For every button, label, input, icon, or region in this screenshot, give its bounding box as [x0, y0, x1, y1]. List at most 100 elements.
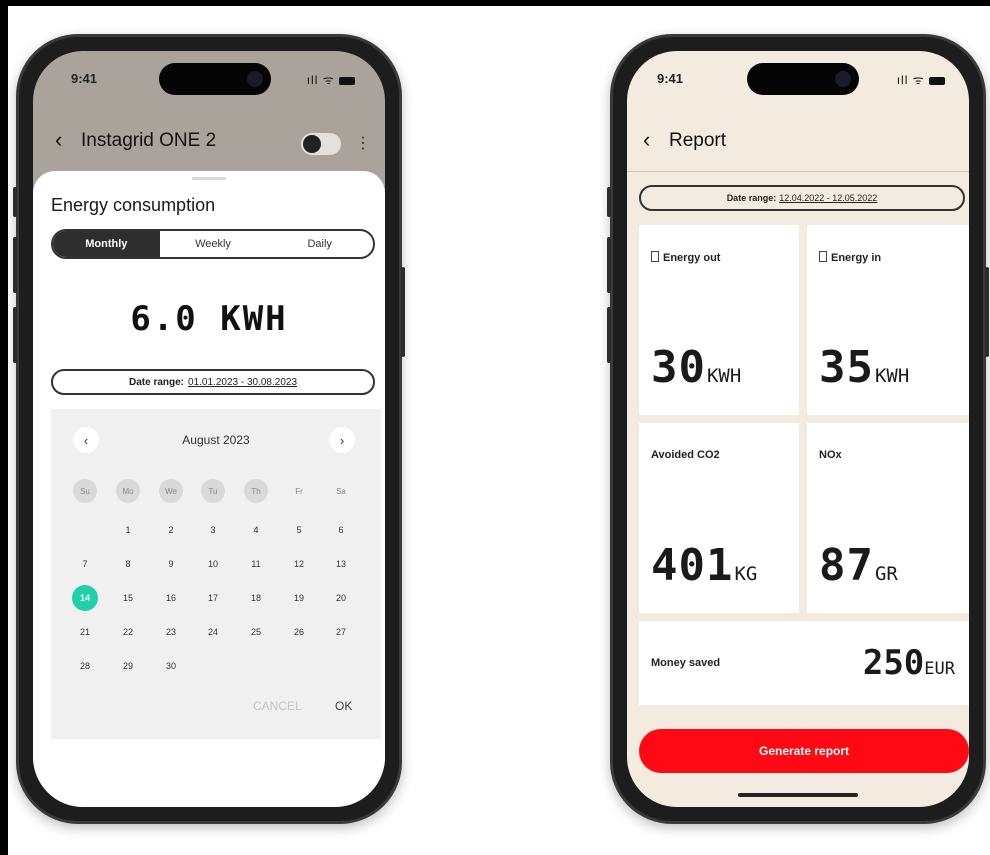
tab-monthly[interactable]: Monthly — [53, 231, 160, 257]
calendar-day[interactable]: 22 — [115, 619, 141, 645]
weekday-su: Su — [73, 479, 97, 503]
next-month-button[interactable]: › — [329, 427, 355, 453]
back-icon[interactable]: ‹ — [643, 127, 650, 153]
date-range-value[interactable]: 01.01.2023 - 30.08.2023 — [188, 377, 297, 388]
energy-out-value: 30KWH — [651, 342, 742, 393]
calendar-day[interactable]: 30 — [158, 653, 184, 679]
energy-value: 6.0 KWH — [130, 299, 288, 339]
nox-label: NOx — [819, 449, 842, 461]
money-saved-label: Money saved — [651, 657, 721, 669]
camera-icon — [247, 71, 263, 87]
calendar-day[interactable]: 10 — [200, 551, 226, 577]
generate-report-button[interactable]: Generate report — [639, 729, 969, 773]
header: ‹ Instagrid ONE 2 ⋮ — [33, 115, 385, 171]
calendar-day[interactable]: 21 — [72, 619, 98, 645]
selected-day[interactable]: 14 — [72, 585, 98, 611]
power-button — [985, 267, 989, 357]
status-time: 9:41 — [657, 71, 684, 86]
phone-left: 9:41 ıll ᯤ ‹ Instagrid ONE 2 ⋮ Energy co… — [13, 34, 405, 824]
screen-report: 9:41 ıll ᯤ ‹ Report Date range: 12.04.20… — [627, 51, 969, 807]
date-range-label: Date range: — [129, 376, 185, 388]
side-button — [607, 187, 611, 217]
status-icons: ıll ᯤ — [307, 71, 355, 88]
nox-value: 87GR — [819, 540, 898, 591]
volume-down-button — [13, 307, 17, 363]
date-range-value[interactable]: 12.04.2022 - 12.05.2022 — [779, 193, 877, 203]
calendar-day[interactable]: 15 — [115, 585, 141, 611]
volume-down-button — [607, 307, 611, 363]
period-segmented-control: Monthly Weekly Daily — [51, 229, 375, 259]
calendar-day[interactable]: 20 — [328, 585, 354, 611]
weekday-sa: Sa — [336, 486, 346, 496]
weekday-tu: Tu — [201, 479, 225, 503]
sheet-title: Energy consumption — [51, 195, 216, 215]
side-button — [13, 187, 17, 217]
energy-in-label: Energy in — [819, 251, 881, 264]
energy-in-card: Energy in 35KWH — [807, 225, 969, 415]
calendar-day[interactable]: 17 — [200, 585, 226, 611]
status-time: 9:41 — [71, 71, 98, 86]
calendar-day[interactable]: 23 — [158, 619, 184, 645]
screen-energy: 9:41 ıll ᯤ ‹ Instagrid ONE 2 ⋮ Energy co… — [33, 51, 385, 807]
money-saved-card: Money saved 250EUR — [639, 621, 969, 705]
frame-border-top — [0, 0, 990, 6]
money-saved-value: 250EUR — [862, 643, 955, 683]
calendar-day[interactable]: 25 — [243, 619, 269, 645]
frame-border-left — [0, 0, 8, 855]
chevron-right-icon: › — [339, 432, 345, 448]
calendar-day[interactable]: 1 — [115, 517, 141, 543]
ok-button[interactable]: OK — [335, 699, 352, 713]
energy-bottom-sheet: Energy consumption Monthly Weekly Daily … — [33, 171, 385, 807]
date-range-label: Date range: — [726, 193, 777, 203]
dynamic-island — [747, 63, 859, 95]
calendar-day[interactable]: 24 — [200, 619, 226, 645]
calendar-day[interactable]: 26 — [286, 619, 312, 645]
tab-daily[interactable]: Daily — [266, 231, 373, 257]
sheet-grabber[interactable] — [192, 177, 226, 180]
weekday-we: We — [159, 479, 183, 503]
calendar-day[interactable]: 2 — [158, 517, 184, 543]
signal-wifi-icon: ıll ᯤ — [896, 73, 925, 87]
calendar-day[interactable]: 28 — [72, 653, 98, 679]
camera-icon — [835, 71, 851, 87]
power-button — [401, 267, 405, 357]
co2-value: 401KG — [651, 540, 758, 591]
calendar-day[interactable]: 7 — [72, 551, 98, 577]
page-title: Instagrid ONE 2 — [81, 130, 217, 151]
calendar-day[interactable]: 8 — [115, 551, 141, 577]
energy-in-value: 35KWH — [819, 342, 910, 393]
date-range-field[interactable]: Date range: 12.04.2022 - 12.05.2022 — [639, 185, 965, 211]
volume-up-button — [607, 237, 611, 293]
toggle-knob — [303, 135, 321, 153]
calendar-day[interactable]: 29 — [115, 653, 141, 679]
weekday-th: Th — [244, 479, 268, 503]
calendar-day[interactable]: 18 — [243, 585, 269, 611]
calendar-day[interactable]: 3 — [200, 517, 226, 543]
more-menu-icon[interactable]: ⋮ — [355, 133, 371, 153]
calendar-day[interactable]: 5 — [286, 517, 312, 543]
device-power-toggle[interactable] — [301, 133, 341, 155]
status-icons: ıll ᯤ — [897, 71, 945, 88]
date-range-field[interactable]: Date range: 01.01.2023 - 30.08.2023 — [51, 369, 375, 395]
weekday-fr: Fr — [295, 486, 303, 496]
date-picker: ‹ August 2023 › Su Mo We Tu Th Fr Sa 123… — [51, 409, 381, 739]
header: ‹ Report — [627, 115, 969, 172]
calendar-day[interactable]: 4 — [243, 517, 269, 543]
calendar-day[interactable]: 11 — [243, 551, 269, 577]
home-indicator[interactable] — [738, 793, 858, 797]
calendar-day[interactable]: 16 — [158, 585, 184, 611]
back-icon[interactable]: ‹ — [55, 127, 62, 153]
signal-wifi-icon: ıll ᯤ — [306, 73, 335, 87]
calendar-day[interactable]: 12 — [286, 551, 312, 577]
calendar-day[interactable]: 19 — [286, 585, 312, 611]
calendar-day[interactable]: 9 — [158, 551, 184, 577]
battery-icon — [929, 76, 945, 85]
calendar-day[interactable]: 6 — [328, 517, 354, 543]
cancel-button[interactable]: CANCEL — [253, 699, 302, 713]
weekday-mo: Mo — [116, 479, 140, 503]
dynamic-island — [159, 63, 271, 95]
calendar-day[interactable]: 13 — [328, 551, 354, 577]
battery-out-icon — [651, 251, 659, 262]
calendar-day[interactable]: 27 — [328, 619, 354, 645]
tab-weekly[interactable]: Weekly — [160, 231, 267, 257]
